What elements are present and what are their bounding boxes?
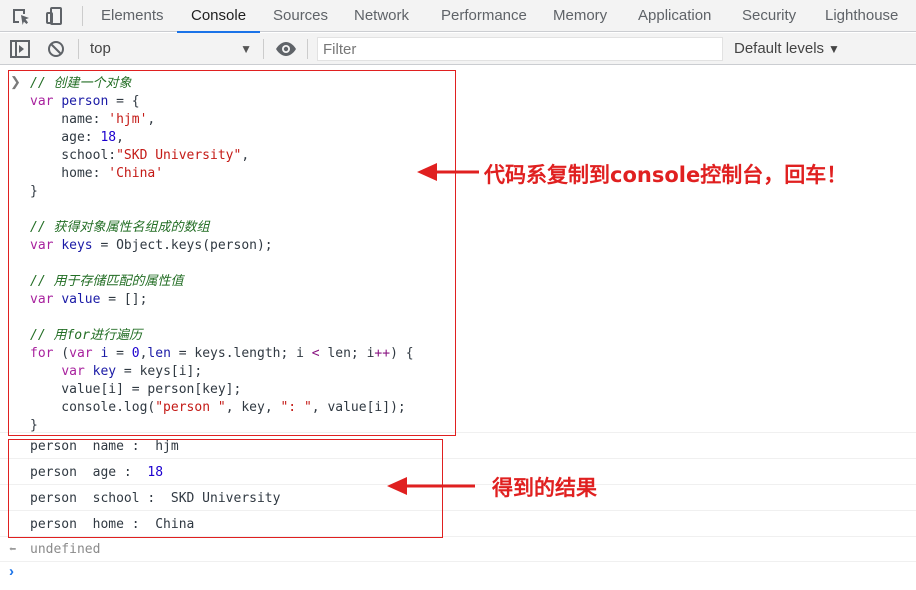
annotation-result-note: 得到的结果: [492, 476, 597, 500]
tab-performance[interactable]: Performance: [441, 0, 527, 32]
context-selector[interactable]: top ▼: [86, 38, 258, 60]
device-toolbar-icon[interactable]: [44, 6, 66, 26]
show-sidebar-icon[interactable]: [9, 39, 31, 59]
result-arrow-icon: ⬅: [9, 542, 17, 556]
toolbar-separator: [263, 39, 264, 59]
log-levels-dropdown[interactable]: Default levels ▼: [734, 38, 840, 60]
context-value: top: [90, 40, 111, 57]
clear-console-icon[interactable]: [45, 39, 67, 59]
result-value: undefined: [30, 542, 101, 557]
toolbar-separator: [78, 39, 79, 59]
inspect-element-icon[interactable]: [10, 6, 32, 26]
result-message: ⬅ undefined: [0, 537, 916, 562]
code-highlight-box: [8, 70, 456, 436]
tab-memory[interactable]: Memory: [553, 0, 607, 32]
tab-network[interactable]: Network: [354, 0, 409, 32]
devtools-tab-bar: Elements Console Sources Network Performance…: [0, 0, 916, 33]
filter-input[interactable]: [317, 37, 723, 61]
output-highlight-box: [8, 439, 443, 538]
tab-lighthouse[interactable]: Lighthouse: [825, 0, 898, 32]
log-levels-label: Default levels: [734, 40, 825, 57]
annotation-code-note: 代码系复制到console控制台，回车！: [484, 163, 848, 187]
tab-security[interactable]: Security: [742, 0, 796, 32]
console-prompt[interactable]: ›: [0, 562, 916, 586]
caret-down-icon: ▼: [240, 42, 252, 56]
tab-elements[interactable]: Elements: [101, 0, 164, 32]
tab-sources[interactable]: Sources: [273, 0, 328, 32]
console-toolbar: top ▼ Default levels▼: [0, 33, 916, 65]
annotation-arrow-icon: [417, 163, 479, 181]
annotation-arrow-icon: [387, 477, 475, 495]
toolbar-separator: [307, 39, 308, 59]
caret-down-icon: ▼: [828, 42, 840, 56]
tab-application[interactable]: Application: [638, 0, 711, 32]
tab-console[interactable]: Console: [176, 0, 261, 33]
live-expression-eye-icon[interactable]: [275, 39, 297, 59]
tab-bar-separator: [82, 6, 83, 26]
prompt-chevron-icon: ›: [9, 563, 14, 580]
